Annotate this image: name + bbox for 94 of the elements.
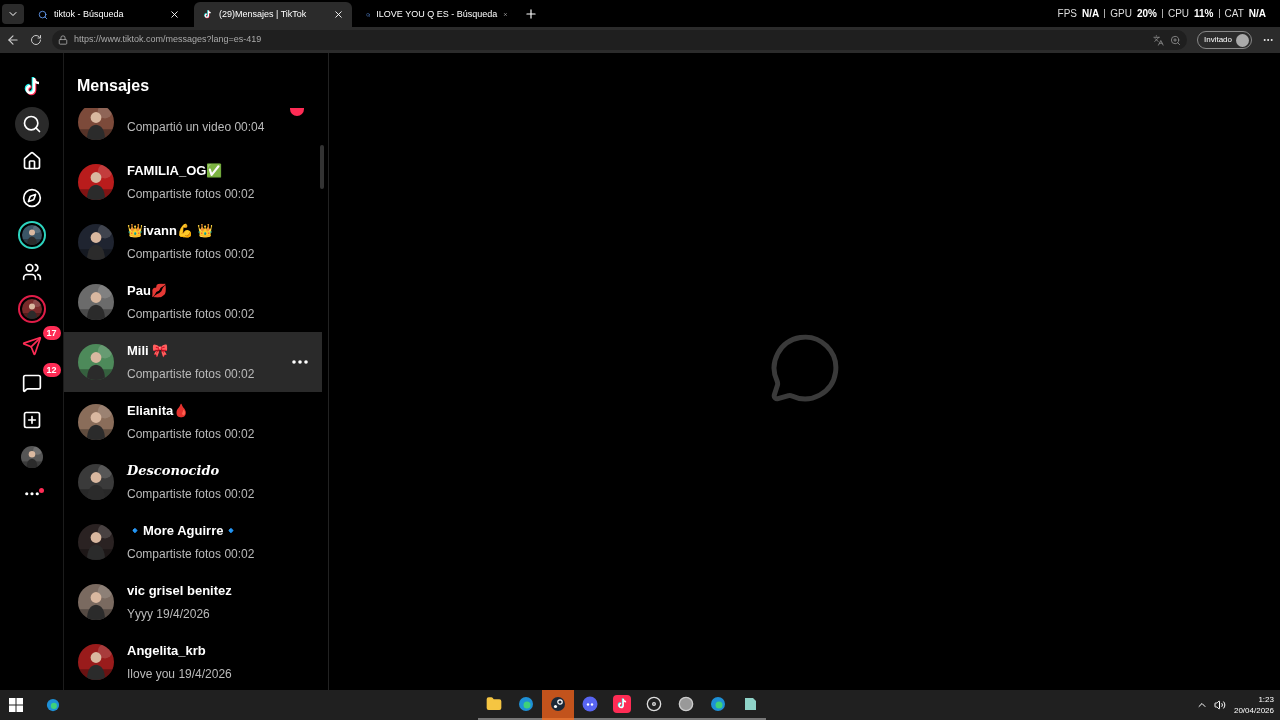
page-title: Mensajes	[77, 76, 151, 96]
contact-name: Mili 🎀	[127, 342, 170, 361]
url-text: https://www.tiktok.com/messages?lang=es-419	[74, 33, 263, 47]
message-time: 19/4/2026	[178, 666, 232, 681]
address-bar[interactable]: https://www.tiktok.com/messages?lang=es-419	[52, 30, 1187, 50]
home-icon	[21, 151, 42, 171]
tab-title: (29)Mensajes | TikTok	[219, 7, 308, 21]
contact-name: FAMILIA_OG✅	[127, 162, 224, 181]
message-preview: Compartiste fotos	[127, 246, 222, 261]
overlay-label: CAT	[1224, 7, 1244, 21]
conversation-item[interactable]: Angelita_krb Ilove you 19/4/2026	[64, 632, 322, 690]
speaker-icon[interactable]	[1213, 699, 1226, 711]
scrollbar	[320, 145, 324, 189]
overlay-value: N/A	[1248, 7, 1266, 21]
message-time: 00:04	[234, 120, 265, 134]
search-icon	[38, 9, 48, 20]
messages-icon	[21, 373, 42, 393]
tab-title: ILOVE YOU Q ES - Búsqueda	[376, 7, 498, 21]
contact-name: 👑ivann💪 👑	[127, 222, 214, 241]
message-preview: Compartiste fotos	[127, 366, 222, 381]
reload-icon[interactable]	[30, 34, 42, 46]
message-time: 00:02	[224, 186, 255, 201]
conversation-item[interactable]: Compartió un video 00:04	[64, 108, 322, 152]
message-preview: Compartiste fotos	[127, 486, 222, 501]
message-preview: Compartiste fotos	[127, 306, 222, 321]
message-preview: Compartiste fotos	[127, 426, 222, 441]
overlay-label: GPU	[1110, 7, 1132, 21]
message-preview: Compartiste fotos	[127, 186, 222, 201]
nav-item[interactable]	[20, 372, 43, 394]
taskbar-app[interactable]	[541, 690, 574, 720]
zoom-icon[interactable]	[1169, 34, 1181, 46]
compass-icon	[21, 188, 42, 208]
search-icon	[21, 114, 42, 134]
close-icon[interactable]	[169, 9, 180, 20]
message-time: 00:02	[224, 366, 255, 381]
activity-icon	[21, 336, 42, 356]
overlay-value: 11%	[1194, 7, 1214, 21]
conversation-item[interactable]: 👑ivann💪 👑 Compartiste fotos 00:02	[64, 212, 322, 272]
message-time: 00:02	[224, 426, 255, 441]
browser-icon	[517, 696, 534, 712]
count-badge: 12	[42, 363, 61, 377]
nav-item[interactable]	[14, 107, 49, 141]
friends-icon	[21, 262, 42, 282]
contact-name: 🔹More Aguirre🔹	[127, 522, 241, 541]
overlay-label: CPU	[1167, 7, 1190, 21]
conversation-item[interactable]: Elianita🩸 Compartiste fotos 00:02	[64, 392, 322, 452]
conversation-item[interactable]: Mili 🎀 Compartiste fotos 00:02	[64, 332, 322, 392]
message-time: 19/4/2026	[156, 606, 210, 621]
count-badge: 17	[42, 326, 61, 340]
back-icon[interactable]	[6, 33, 20, 47]
discord-icon	[581, 696, 598, 712]
contact-name: Pau💋	[127, 282, 168, 301]
message-time: 00:02	[224, 306, 255, 321]
folder-icon	[485, 696, 502, 712]
lock-icon	[58, 35, 68, 45]
record-icon	[645, 696, 662, 712]
windows-start-icon[interactable]	[9, 698, 23, 712]
tiktok-logo-icon[interactable]	[202, 9, 213, 20]
browser-icon	[709, 696, 726, 712]
more-icon[interactable]	[24, 492, 39, 496]
steam-icon	[549, 696, 566, 712]
conversation-item[interactable]: FAMILIA_OG✅ Compartiste fotos 00:02	[64, 152, 322, 212]
message-time: 00:02	[224, 486, 255, 501]
overlay-value: N/A	[1082, 7, 1100, 21]
conversation-item[interactable]: 🔹More Aguirre🔹 Compartiste fotos 00:02	[64, 512, 322, 572]
conversation-item[interactable]: Desconocido Compartiste fotos 00:02	[64, 452, 322, 512]
translate-icon[interactable]	[1152, 34, 1164, 46]
message-time: 00:02	[224, 246, 255, 261]
upload-icon	[21, 410, 42, 430]
tab-title: tiktok - Búsqueda	[54, 7, 125, 21]
browser-tab[interactable]: tiktok - Búsqueda	[30, 2, 188, 27]
conversation-item[interactable]: Pau💋 Compartiste fotos 00:02	[64, 272, 322, 332]
contact-name: Elianita🩸	[127, 402, 191, 421]
browser-tab[interactable]: ILOVE YOU Q ES - Búsqueda	[358, 2, 516, 27]
tab-list-button[interactable]	[2, 3, 24, 24]
message-preview: Ilove you	[127, 666, 176, 681]
overlay-label: FPS	[1057, 7, 1077, 21]
message-preview: Compartió un video	[127, 120, 232, 134]
message-time: 00:02	[224, 546, 255, 561]
contact-name: vic grisel benitez	[127, 582, 232, 601]
message-preview: Compartiste fotos	[127, 546, 222, 561]
disc-icon	[677, 696, 694, 712]
message-preview: Yyyy	[127, 606, 153, 621]
close-icon[interactable]	[333, 9, 344, 20]
new-tab-icon[interactable]	[524, 6, 538, 21]
conversation-item[interactable]: vic grisel benitez Yyyy 19/4/2026	[64, 572, 322, 632]
overlay-value: 20%	[1136, 7, 1157, 21]
clock-date: 20/04/2026	[1233, 705, 1274, 716]
browser-icon[interactable]	[46, 698, 60, 712]
contact-name: Desconocido	[127, 462, 221, 481]
contact-name: Angelita_krb	[127, 642, 207, 661]
clock-time: 1:23	[1258, 694, 1274, 705]
browser-tab[interactable]: (29)Mensajes | TikTok	[194, 2, 352, 27]
more-icon[interactable]	[292, 360, 308, 364]
